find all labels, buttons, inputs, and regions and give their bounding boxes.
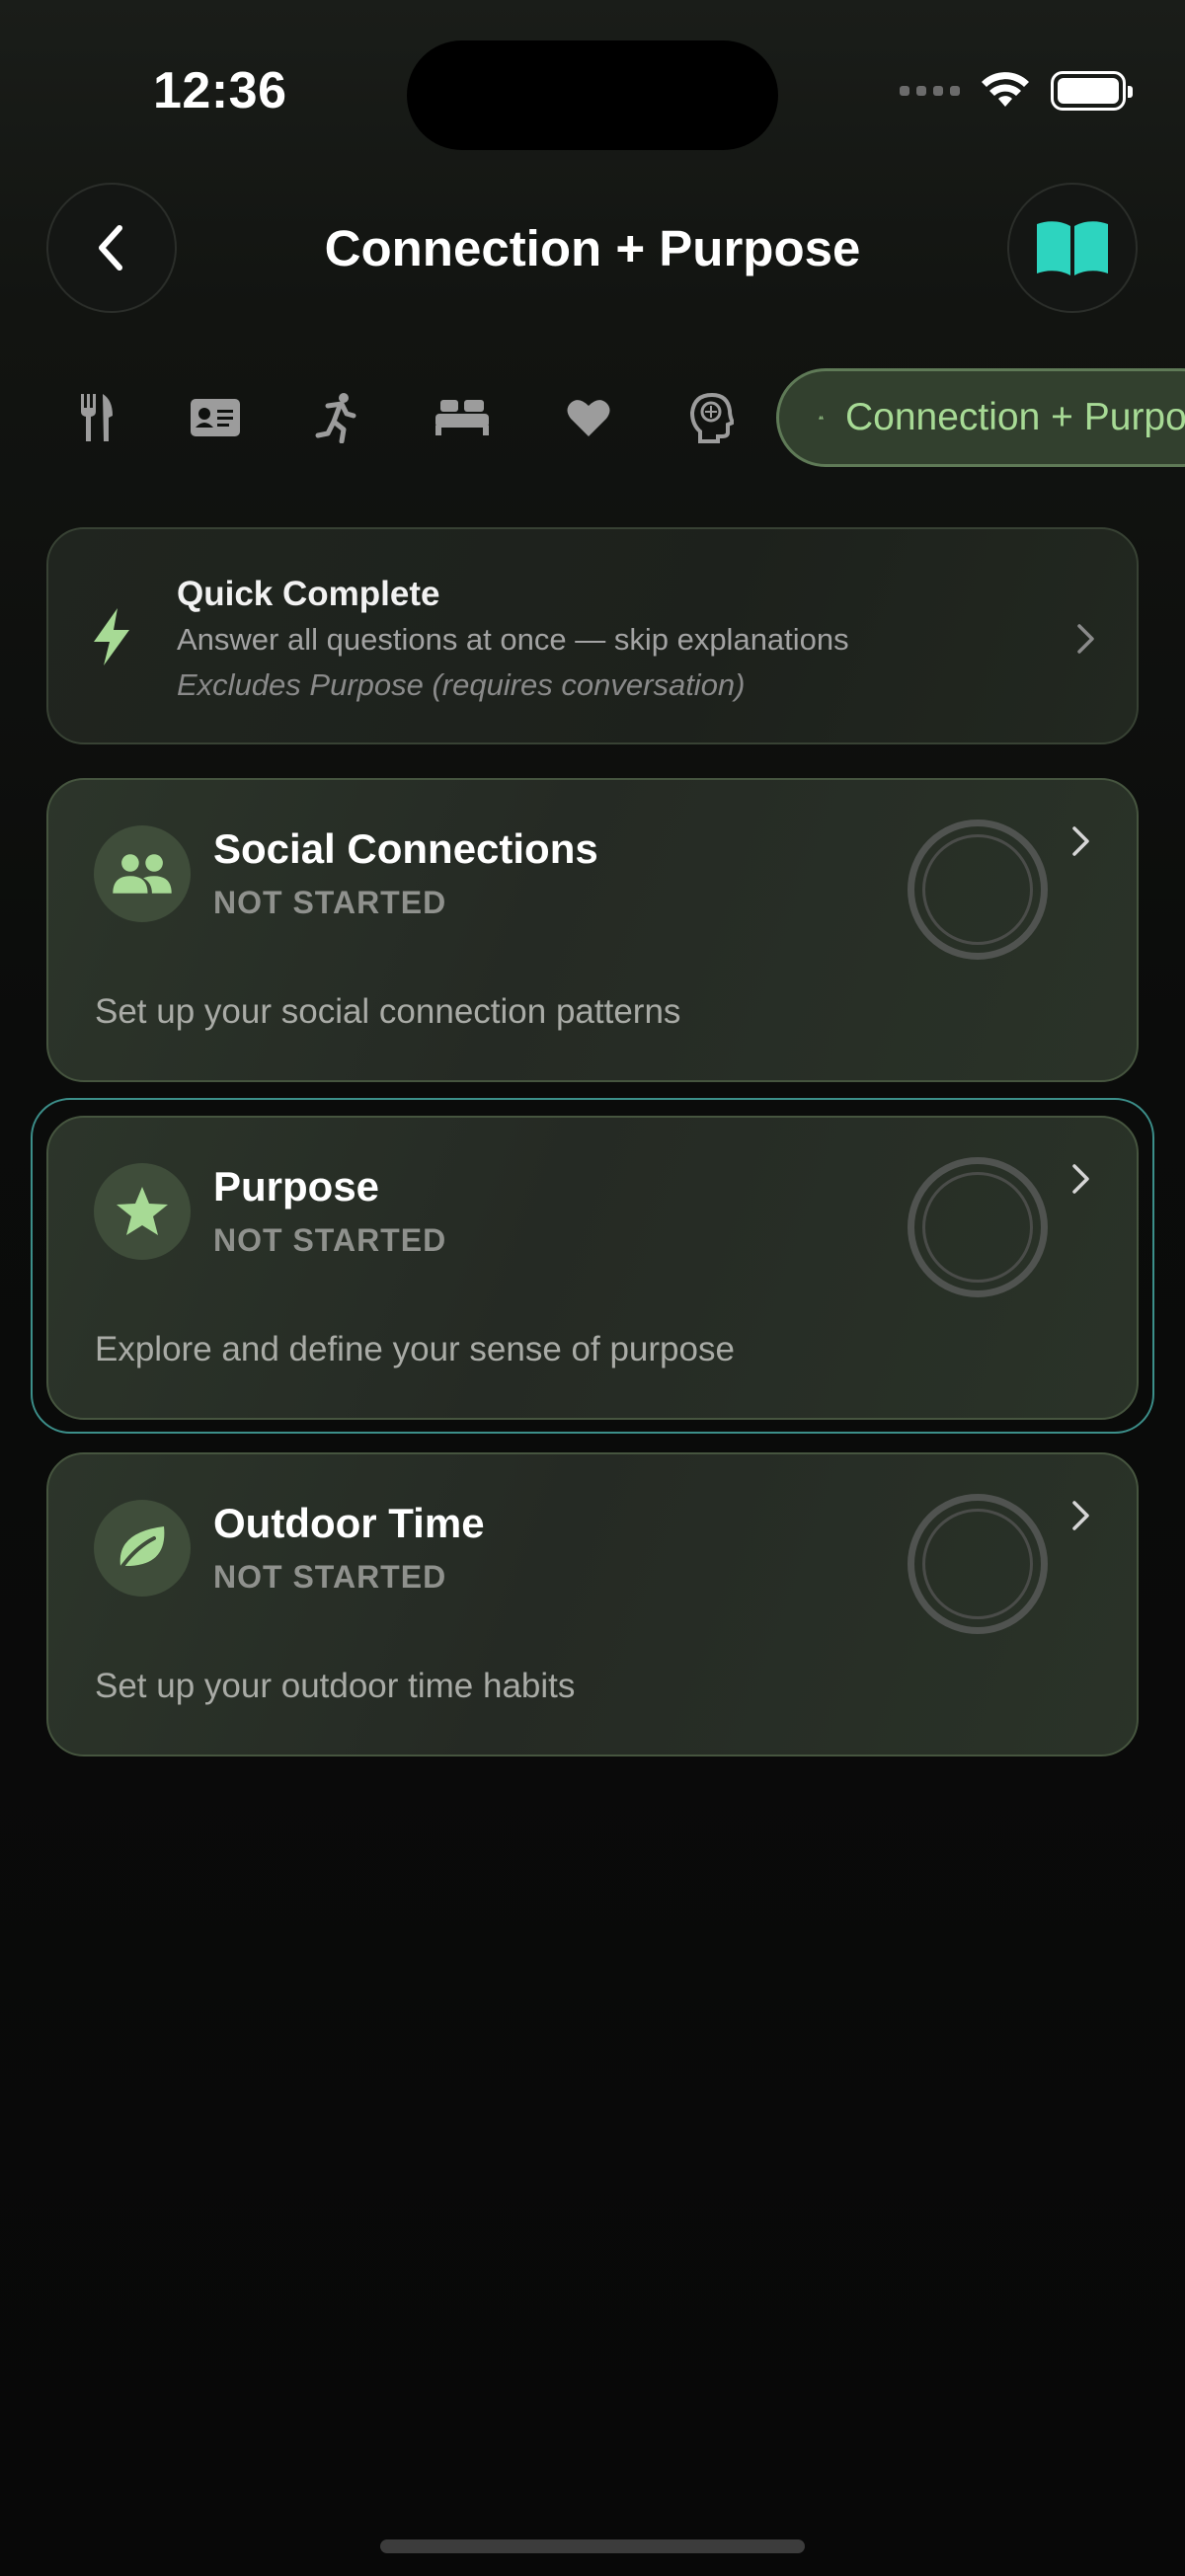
tab-active-label: Connection + Purpose bbox=[844, 396, 1185, 438]
lightning-bolt-icon bbox=[94, 608, 129, 665]
section-description: Explore and define your sense of purpose bbox=[95, 1330, 735, 1368]
quick-complete-card[interactable]: Quick Complete Answer all questions at o… bbox=[46, 527, 1139, 744]
tab-profile[interactable] bbox=[171, 365, 260, 469]
people-icon bbox=[819, 416, 824, 420]
fork-knife-icon bbox=[81, 393, 113, 441]
chevron-right-icon bbox=[1072, 1164, 1089, 1194]
section-icon-badge bbox=[94, 1500, 191, 1597]
tab-heart-health[interactable] bbox=[544, 365, 633, 469]
section-icon-badge bbox=[94, 1163, 191, 1260]
screen: 12:36 Connection + Purpose Connection + … bbox=[0, 0, 1185, 2576]
status-time: 12:36 bbox=[153, 62, 287, 119]
section-status: NOT STARTED bbox=[213, 1559, 447, 1595]
tab-nutrition[interactable] bbox=[52, 365, 141, 469]
brain-icon bbox=[689, 392, 734, 443]
dynamic-island bbox=[407, 40, 778, 150]
progress-ring bbox=[908, 820, 1048, 960]
bed-icon bbox=[435, 399, 489, 435]
heart-icon bbox=[567, 399, 610, 436]
chevron-right-icon bbox=[1077, 624, 1094, 654]
tab-sleep[interactable] bbox=[418, 365, 507, 469]
quick-complete-note: Excludes Purpose (requires conversation) bbox=[177, 667, 746, 702]
section-description: Set up your outdoor time habits bbox=[95, 1667, 576, 1705]
section-title: Social Connections bbox=[213, 825, 598, 872]
quick-complete-title: Quick Complete bbox=[177, 575, 440, 613]
progress-ring bbox=[908, 1157, 1048, 1297]
leaf-icon bbox=[117, 1526, 165, 1574]
section-icon-badge bbox=[94, 825, 191, 922]
section-description: Set up your social connection patterns bbox=[95, 992, 681, 1031]
quick-complete-subtitle: Answer all questions at once — skip expl… bbox=[177, 622, 849, 657]
chevron-right-icon bbox=[1072, 1501, 1089, 1530]
section-title: Purpose bbox=[213, 1163, 380, 1210]
tab-mind[interactable] bbox=[667, 365, 755, 469]
progress-ring bbox=[908, 1494, 1048, 1634]
star-icon bbox=[117, 1187, 168, 1235]
section-card-purpose[interactable]: Purpose NOT STARTED Explore and define y… bbox=[46, 1116, 1139, 1420]
wifi-icon bbox=[982, 72, 1029, 107]
guide-book-button[interactable] bbox=[1007, 183, 1138, 313]
tab-connection-purpose[interactable]: Connection + Purpose bbox=[776, 368, 1185, 467]
section-status: NOT STARTED bbox=[213, 885, 447, 920]
open-book-icon bbox=[1037, 221, 1108, 275]
battery-icon bbox=[1051, 71, 1133, 111]
tab-movement[interactable] bbox=[291, 365, 380, 469]
status-indicators bbox=[900, 71, 1133, 111]
section-card-outdoor-time[interactable]: Outdoor Time NOT STARTED Set up your out… bbox=[46, 1452, 1139, 1756]
running-icon bbox=[315, 392, 356, 443]
section-status: NOT STARTED bbox=[213, 1222, 447, 1258]
cellular-signal-icon bbox=[900, 86, 960, 96]
chevron-right-icon bbox=[1072, 826, 1089, 856]
home-indicator[interactable] bbox=[380, 2539, 805, 2553]
id-card-icon bbox=[191, 398, 240, 436]
section-title: Outdoor Time bbox=[213, 1500, 485, 1546]
section-card-social-connections[interactable]: Social Connections NOT STARTED Set up yo… bbox=[46, 778, 1139, 1082]
people-icon bbox=[113, 854, 172, 894]
